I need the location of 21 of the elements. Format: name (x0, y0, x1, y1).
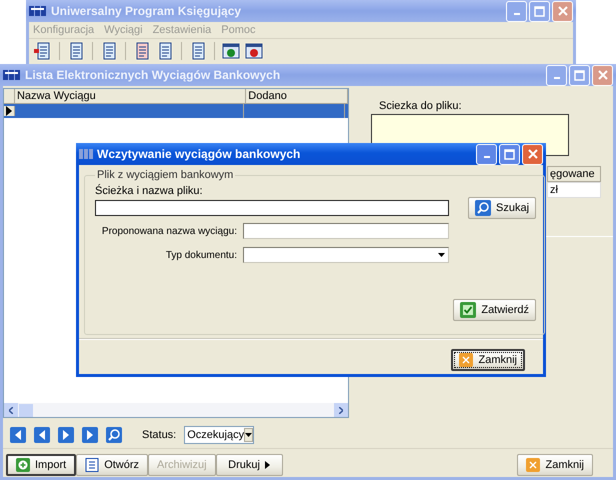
window-title: Lista Elektronicznych Wyciągów Bankowych (25, 68, 282, 82)
window-title: Wczytywanie wyciągów bankowych (97, 147, 302, 161)
group-title: Plik z wyciągiem bankowym (96, 169, 234, 181)
status-label: Status: (142, 429, 176, 441)
field-label: Proponowana nazwa wyciągu: (100, 226, 237, 236)
column-header[interactable]: Dodano (246, 89, 348, 103)
close-button[interactable]: Zamknij (451, 349, 525, 371)
action-button[interactable]: Drukuj (216, 454, 283, 476)
confirm-button[interactable]: Zatwierdź (453, 299, 536, 321)
column-header[interactable]: ęgowane (547, 166, 601, 182)
action-button[interactable]: Import (6, 454, 76, 476)
search-button[interactable]: Szukaj (468, 197, 536, 219)
field-label: Sciezka do pliku: (379, 100, 462, 112)
table-cell: zł (547, 182, 601, 198)
window-title: Uniwersalny Program Księgujący (51, 4, 242, 18)
field-label: Typ dokumentu: (164, 250, 237, 260)
action-button[interactable]: Otwórz (76, 454, 148, 476)
status-dropdown[interactable]: Oczekujący (184, 426, 254, 444)
field-label: Ścieżka i nazwa pliku: (95, 185, 204, 197)
column-header[interactable]: Nazwa Wyciągu (14, 89, 246, 103)
close-button[interactable]: Zamknij (517, 454, 593, 476)
